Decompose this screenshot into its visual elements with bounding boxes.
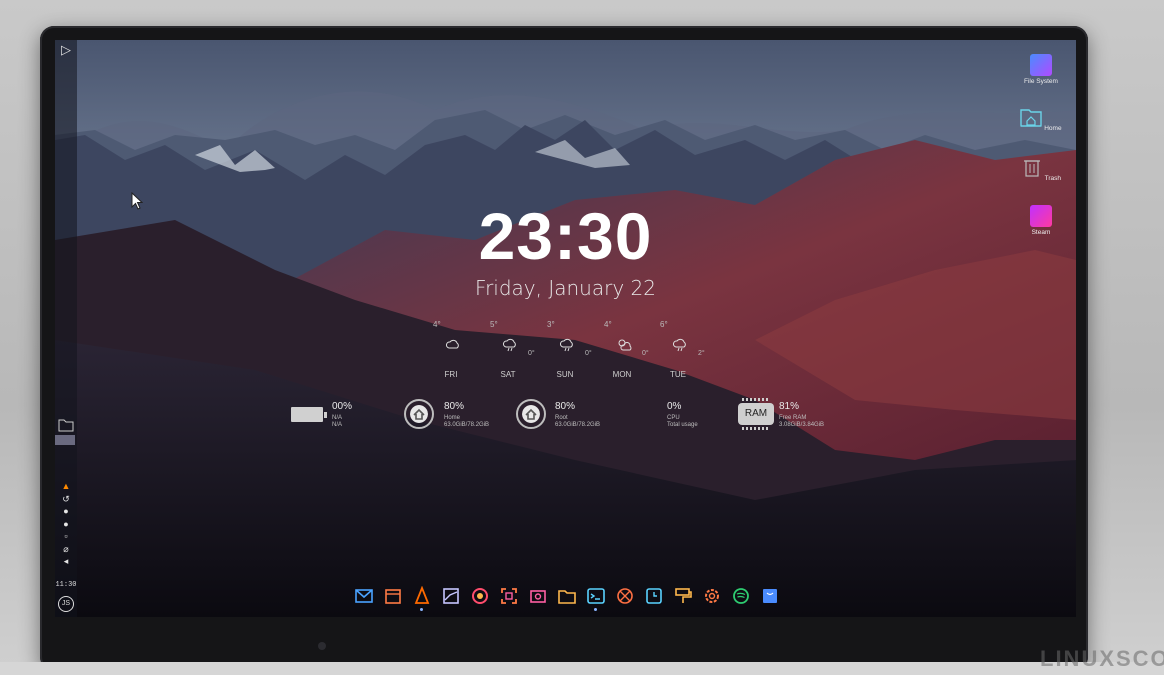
weather-high: 4° [604, 320, 612, 329]
mouse-pointer-icon [131, 192, 143, 210]
weather-high: 4° [433, 320, 441, 329]
vlc-tray-icon[interactable]: ▲ [57, 480, 75, 493]
weather-day-label: SUN [556, 370, 574, 379]
clock-date: Friday, January 22 [475, 276, 656, 300]
root-disk-name: Root [555, 415, 568, 421]
vlc-icon[interactable] [412, 586, 432, 606]
weather-day-label: FRI [444, 370, 458, 379]
cloud-icon [445, 339, 459, 349]
files-icon[interactable] [557, 586, 577, 606]
weather-low: 0° [585, 350, 592, 357]
clock-time: 23:30 [478, 199, 653, 273]
weather-low: 0° [642, 350, 649, 357]
store-icon[interactable] [760, 586, 780, 606]
weather-day: 6° 2° TUE [660, 320, 710, 380]
weather-high: 5° [490, 320, 498, 329]
spotify-icon[interactable] [731, 586, 751, 606]
folder-icon[interactable] [58, 418, 74, 432]
weather-high: 3° [547, 320, 555, 329]
weather-high: 6° [660, 320, 668, 329]
desktop-icon-file-system[interactable]: File System [1018, 54, 1064, 85]
firefox-icon[interactable] [470, 586, 490, 606]
file-system-icon [1030, 54, 1052, 76]
user-avatar-icon[interactable]: JS [58, 596, 74, 612]
battery-icon [291, 407, 327, 422]
screenshot-icon[interactable] [499, 586, 519, 606]
trash-icon [1023, 160, 1040, 177]
desktop-icon-trash[interactable]: Trash [1018, 156, 1064, 182]
volume-icon[interactable]: ◂ [57, 555, 75, 568]
weather-low: 0° [528, 350, 535, 357]
home-disk-name: Home [444, 415, 461, 421]
battery-percent: 00% [332, 401, 353, 412]
user-tray-icon[interactable]: ● [57, 518, 75, 531]
paint-icon[interactable] [673, 586, 693, 606]
cpu-usage: Total usage [667, 422, 698, 428]
ram-icon: RAM [738, 403, 774, 425]
cloud-rain-icon [672, 338, 686, 352]
home-folder-icon [1020, 109, 1043, 127]
ram-usage: 3.08GiB/3.84GiB [779, 422, 825, 428]
ram-name: Free RAM [779, 415, 807, 421]
app-launcher-icon[interactable]: ▷ [58, 42, 74, 58]
clipboard-icon[interactable]: ▫ [57, 530, 75, 543]
ram-percent: 81% [779, 401, 800, 412]
desktop-screen: ▷ ▲ ↺ ● ● ▫ ⌀ ◂ 11:30 JS File System Hom… [55, 40, 1076, 617]
weather-day-label: TUE [670, 370, 686, 379]
ram-pins [742, 427, 770, 430]
photo-editor-icon[interactable] [528, 586, 548, 606]
panel-clock[interactable]: 11:30 [55, 581, 77, 589]
calendar-icon[interactable] [383, 586, 403, 606]
weather-day: 4° FRI [433, 320, 483, 380]
tray-icons: ▲ ↺ ● ● ▫ ⌀ ◂ [57, 480, 75, 568]
cpu-name: CPU [667, 415, 680, 421]
running-indicator [420, 608, 423, 611]
sun-cloud-icon [618, 339, 632, 351]
running-indicator [594, 608, 597, 611]
home-disk-ring [404, 399, 434, 429]
desktop-icon-label: File System [1024, 78, 1058, 85]
table-surface [0, 662, 1164, 675]
clock-app-icon[interactable] [644, 586, 664, 606]
desktop-icon-home[interactable]: Home [1018, 106, 1064, 132]
mail-icon[interactable] [354, 586, 374, 606]
root-disk-percent: 80% [555, 401, 576, 412]
home-icon [522, 405, 540, 423]
desktop-icon-label: Home [1044, 125, 1062, 132]
cpu-percent: 0% [667, 401, 682, 412]
battery-time: N/A [332, 422, 343, 428]
home-disk-percent: 80% [444, 401, 465, 412]
root-disk-usage: 63.0GiB/78.2GiB [555, 422, 601, 428]
update-icon[interactable]: ↺ [57, 493, 75, 506]
weather-day-label: SAT [500, 370, 516, 379]
weather-day: 4° 0° MON [604, 320, 654, 380]
weather-day: 5° 0° SAT [490, 320, 540, 380]
left-panel: ▷ ▲ ↺ ● ● ▫ ⌀ ◂ 11:30 JS [55, 40, 77, 617]
image-viewer-icon[interactable] [441, 586, 461, 606]
webcam [318, 642, 326, 650]
settings-icon[interactable] [702, 586, 722, 606]
system-monitor-icon[interactable] [615, 586, 635, 606]
network-icon[interactable]: ⌀ [57, 543, 75, 556]
home-disk-usage: 63.0GiB/78.2GiB [444, 422, 490, 428]
home-icon [410, 405, 428, 423]
weather-day: 3° 0° SUN [547, 320, 597, 380]
weather-low: 2° [698, 350, 705, 357]
terminal-icon[interactable] [586, 586, 606, 606]
desktop-icon-label: Trash [1044, 175, 1062, 182]
cloud-rain-icon [559, 338, 573, 352]
active-window-indicator[interactable] [55, 435, 75, 445]
steam-tray-icon[interactable]: ● [57, 505, 75, 518]
ram-pins [742, 398, 770, 401]
root-disk-ring [516, 399, 546, 429]
battery-status: N/A [332, 415, 343, 421]
cloud-rain-icon [502, 338, 516, 352]
watermark: LINUXSCO [1040, 646, 1164, 671]
weather-day-label: MON [612, 370, 632, 379]
